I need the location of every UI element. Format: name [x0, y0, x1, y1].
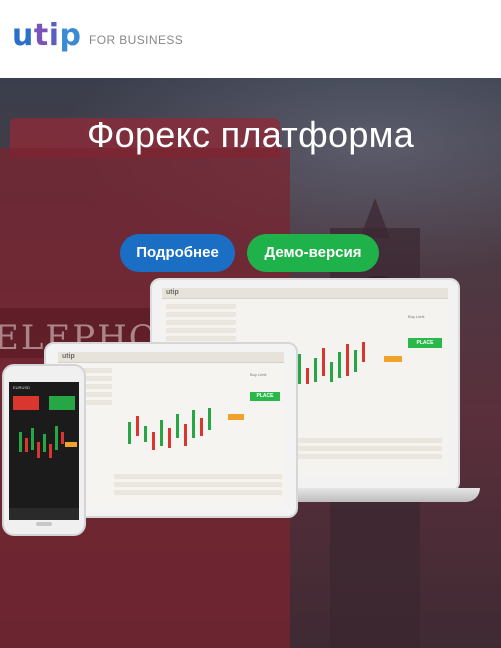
phone-candle	[31, 428, 34, 450]
phone-candle	[61, 432, 64, 444]
laptop-candle	[338, 352, 341, 378]
tablet-order-type: Buy Limit	[250, 372, 267, 377]
tablet-candle	[176, 414, 179, 438]
details-button[interactable]: Подробнее	[120, 234, 235, 272]
laptop-candle	[322, 348, 325, 376]
laptop-order-type: Buy Limit	[408, 314, 425, 319]
phone-bottom-nav[interactable]	[9, 508, 79, 520]
phone-candle	[25, 438, 28, 452]
tablet-app-logo: utip	[62, 353, 75, 360]
tablet-place-button[interactable]: PLACE	[250, 392, 280, 401]
utip-logo[interactable]: utip	[12, 18, 81, 53]
laptop-candle	[314, 358, 317, 382]
tablet-screen: utip Buy Limit PLACE	[58, 352, 284, 506]
laptop-table-row	[166, 312, 236, 317]
laptop-app-logo: utip	[166, 289, 179, 296]
tablet-candle	[192, 410, 195, 438]
laptop-table-row	[166, 328, 236, 333]
tablet-candle	[136, 416, 139, 436]
logo-letter-i: i	[48, 18, 60, 53]
phone-buy-button[interactable]	[49, 396, 75, 410]
tablet-candle	[168, 428, 171, 448]
laptop-candle	[298, 354, 301, 384]
laptop-candle	[306, 368, 309, 384]
logo-letter-t: t	[33, 18, 49, 53]
laptop-candle	[330, 362, 333, 382]
laptop-app-bar: utip	[162, 288, 448, 299]
phone-candle	[37, 442, 40, 458]
phone-mockup: EURUSD	[2, 364, 86, 536]
tablet-candle	[184, 424, 187, 446]
tagline: FOR BUSINESS	[89, 33, 184, 47]
phone-sell-button[interactable]	[13, 396, 39, 410]
phone-symbol: EURUSD	[13, 385, 30, 390]
laptop-candle	[354, 350, 357, 372]
tablet-candle	[128, 422, 131, 444]
tablet-candle	[152, 432, 155, 450]
tablet-price-tag	[228, 414, 244, 420]
tablet-positions-row	[114, 482, 282, 487]
laptop-table-row	[166, 304, 236, 309]
laptop-table-row	[166, 320, 236, 325]
laptop-table-row	[166, 336, 236, 341]
tablet-candle	[200, 418, 203, 436]
tablet-candle	[160, 420, 163, 446]
hero-title: Форекс платформа	[86, 114, 415, 155]
tablet-positions-row	[114, 474, 282, 479]
site-header: utip FOR BUSINESS	[0, 0, 501, 78]
phone-candle	[49, 444, 52, 458]
laptop-candle	[346, 344, 349, 376]
laptop-place-button[interactable]: PLACE	[408, 338, 442, 348]
laptop-candle	[362, 342, 365, 362]
logo-letter-p: p	[59, 18, 82, 53]
logo-letter-u: u	[12, 18, 34, 53]
phone-candle	[43, 434, 46, 452]
tablet-candle	[208, 408, 211, 430]
tablet-app-bar: utip	[58, 352, 284, 363]
demo-button[interactable]: Демо-версия	[247, 234, 379, 272]
phone-price-tag	[65, 442, 77, 447]
phone-candle	[19, 432, 22, 452]
laptop-price-tag	[384, 356, 402, 362]
phone-home-button	[36, 522, 52, 526]
phone-screen: EURUSD	[9, 382, 79, 520]
tablet-candle	[144, 426, 147, 442]
tablet-positions-row	[114, 490, 282, 495]
phone-candle	[55, 426, 58, 450]
